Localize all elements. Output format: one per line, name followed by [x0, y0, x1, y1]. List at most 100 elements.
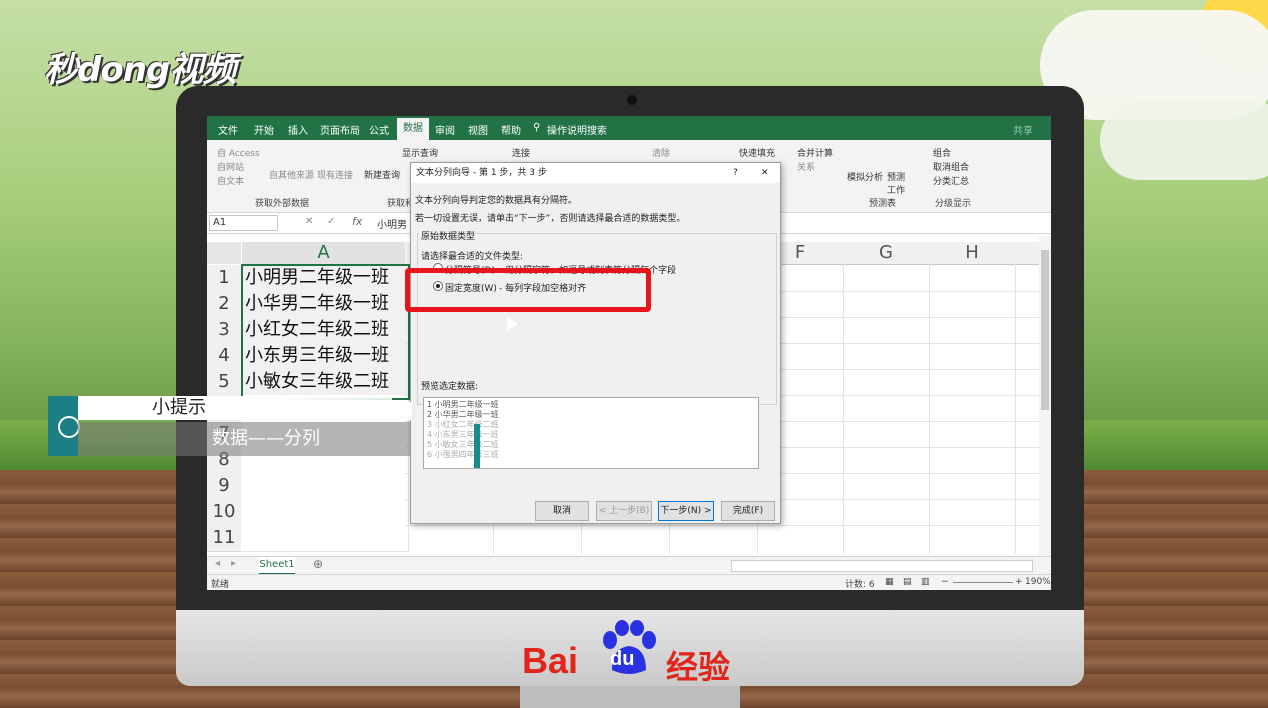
- tab-home[interactable]: 开始: [254, 122, 274, 137]
- data-preview[interactable]: 1 小明男二年级一班 2 小华男二年级一班 3 小红女二年级二班 4 小东男三年…: [423, 397, 759, 469]
- file-type-prompt: 请选择最合适的文件类型:: [421, 252, 524, 262]
- tip-sun-icon: [48, 396, 80, 456]
- cell-a11[interactable]: [242, 525, 409, 552]
- tab-data[interactable]: 数据: [397, 118, 429, 140]
- row-header[interactable]: 10: [207, 499, 241, 526]
- preview-line: 5 小敏女三年级二班: [427, 440, 499, 449]
- annotation-highlight-box: [405, 268, 651, 312]
- tell-me-search[interactable]: 操作说明搜索: [547, 122, 607, 137]
- preview-line: 6 小强男四年级三班: [427, 450, 499, 459]
- lightbulb-icon: ⚲: [533, 122, 541, 133]
- from-web-button[interactable]: 自网站: [217, 160, 244, 173]
- zoom-in-icon[interactable]: +: [1015, 577, 1023, 587]
- cell-a4[interactable]: 小东男三年级一班: [242, 343, 409, 370]
- flash-fill-button[interactable]: 快速填充: [739, 146, 775, 159]
- new-query-button[interactable]: 新建查询: [364, 168, 400, 181]
- add-sheet-icon[interactable]: ⊕: [313, 557, 323, 571]
- connections-button[interactable]: 连接: [512, 146, 530, 159]
- cell-a9[interactable]: [242, 473, 409, 500]
- cell-a10[interactable]: [242, 499, 409, 526]
- enter-formula-icon[interactable]: ✓: [327, 216, 335, 227]
- dialog-message-2: 若一切设置无误，请单击“下一步”，否则请选择最合适的数据类型。: [415, 214, 686, 224]
- zoom-slider[interactable]: [953, 582, 1013, 583]
- column-header[interactable]: [1015, 242, 1040, 265]
- page-layout-view-icon[interactable]: ▤: [903, 577, 912, 587]
- preview-line: 2 小华男二年级一班: [427, 410, 499, 419]
- gridline: [843, 264, 844, 554]
- tab-file[interactable]: 文件: [218, 122, 238, 137]
- forecast-sheet-button[interactable]: 预测工作表: [887, 170, 911, 209]
- preview-column-marker: [474, 424, 480, 468]
- tab-review[interactable]: 审阅: [435, 122, 455, 137]
- name-box[interactable]: A1: [209, 215, 278, 231]
- other-sources-button[interactable]: 自其他来源: [269, 168, 314, 181]
- cell-a1[interactable]: 小明男二年级一班: [242, 265, 409, 292]
- horizontal-scrollbar[interactable]: [731, 560, 1033, 572]
- from-access-button[interactable]: 自 Access: [217, 146, 260, 159]
- zoom-out-icon[interactable]: −: [941, 577, 949, 587]
- subtotal-button[interactable]: 分类汇总: [933, 174, 969, 187]
- next-button[interactable]: 下一步(N) >: [658, 501, 714, 521]
- monitor-stand: [520, 686, 740, 708]
- zoom-level[interactable]: 190%: [1025, 577, 1051, 587]
- row-header[interactable]: 5: [207, 369, 241, 396]
- page-break-view-icon[interactable]: ▥: [921, 577, 930, 587]
- consolidate-button[interactable]: 合并计算: [797, 146, 833, 159]
- tab-view[interactable]: 视图: [468, 122, 488, 137]
- cancel-formula-icon[interactable]: ✕: [305, 216, 313, 227]
- video-logo: 秒dong视频: [44, 50, 236, 90]
- ungroup-button[interactable]: 取消组合: [933, 160, 969, 173]
- column-header-g[interactable]: G: [843, 242, 930, 265]
- cancel-button[interactable]: 取消: [535, 501, 589, 521]
- tab-help[interactable]: 帮助: [501, 122, 521, 137]
- tip-title: 小提示: [152, 397, 206, 418]
- cell-a5[interactable]: 小敏女三年级二班: [242, 369, 409, 396]
- close-icon[interactable]: ✕: [761, 163, 769, 183]
- tip-body-bar: 数据——分列: [78, 422, 410, 456]
- sheet-tab-bar: ◂ ▸ Sheet1 ⊕: [207, 556, 1051, 575]
- row-header[interactable]: 3: [207, 317, 241, 344]
- show-queries-button[interactable]: 显示查询: [402, 146, 438, 159]
- next-sheet-icon[interactable]: ▸: [231, 558, 236, 569]
- preview-label: 预览选定数据:: [421, 382, 479, 392]
- relationships-button[interactable]: 关系: [797, 160, 815, 173]
- existing-connections-button[interactable]: 现有连接: [317, 168, 353, 181]
- tip-overlay: 小提示 数据——分列: [48, 396, 412, 456]
- row-header[interactable]: 11: [207, 525, 241, 552]
- gridline: [1015, 264, 1016, 554]
- gridline: [405, 525, 1040, 526]
- cell-a3[interactable]: 小红女二年级二班: [242, 317, 409, 344]
- cell-a2[interactable]: 小华男二年级一班: [242, 291, 409, 318]
- what-if-button[interactable]: 模拟分析: [847, 170, 883, 183]
- normal-view-icon[interactable]: ▦: [885, 577, 894, 587]
- row-header[interactable]: 9: [207, 473, 241, 500]
- column-header-a[interactable]: A: [242, 242, 406, 265]
- row-header[interactable]: 1: [207, 265, 241, 292]
- prev-sheet-icon[interactable]: ◂: [215, 558, 220, 569]
- webcam: [627, 95, 637, 105]
- status-ready: 就绪: [211, 580, 230, 590]
- column-header-h[interactable]: H: [929, 242, 1016, 265]
- vertical-scrollbar[interactable]: [1039, 236, 1051, 556]
- tab-page-layout[interactable]: 页面布局: [320, 122, 360, 137]
- baidu-bai-text: Bai: [522, 640, 579, 681]
- from-text-button[interactable]: 自文本: [217, 174, 244, 187]
- scrollbar-thumb[interactable]: [1041, 250, 1049, 410]
- help-button[interactable]: ?: [733, 163, 738, 183]
- tab-insert[interactable]: 插入: [288, 122, 308, 137]
- select-all-corner[interactable]: [207, 242, 241, 264]
- row-header[interactable]: 4: [207, 343, 241, 370]
- formula-input[interactable]: 小明男: [377, 216, 407, 231]
- clear-filter-button[interactable]: 清除: [652, 146, 670, 159]
- sheet-tab-sheet1[interactable]: Sheet1: [259, 557, 295, 575]
- insert-function-icon[interactable]: fx: [352, 215, 362, 228]
- tab-formulas[interactable]: 公式: [369, 122, 389, 137]
- share-button[interactable]: 共享: [1013, 122, 1033, 137]
- finish-button[interactable]: 完成(F): [721, 501, 775, 521]
- back-button[interactable]: < 上一步(B): [596, 501, 652, 521]
- group-button[interactable]: 组合: [933, 146, 951, 159]
- row-header[interactable]: 2: [207, 291, 241, 318]
- preview-line: 1 小明男二年级一班: [427, 400, 499, 409]
- preview-line: 4 小东男三年级一班: [427, 430, 499, 439]
- data-type-group-label: 原始数据类型: [419, 229, 478, 242]
